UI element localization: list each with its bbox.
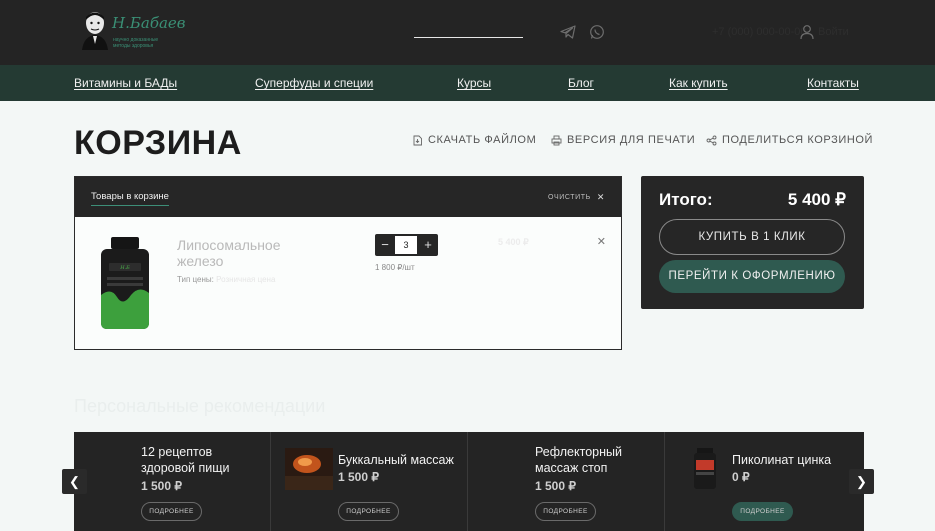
details-button[interactable]: ПОДРОБНЕЕ: [338, 502, 399, 521]
telegram-icon[interactable]: [560, 24, 576, 40]
clear-cart-label: ОЧИСТИТЬ: [548, 194, 591, 201]
zinc-jar-thumbnail[interactable]: [679, 448, 727, 490]
download-file-label: СКАЧАТЬ ФАЙЛОМ: [428, 134, 537, 146]
cart-items-panel: Товары в корзине ОЧИСТИТЬ ✕ Н.Б Липосома…: [74, 176, 622, 350]
svg-text:Н.Б: Н.Б: [119, 265, 130, 271]
nav-item-courses[interactable]: Курсы: [457, 76, 491, 90]
recommendations-title: Персональные рекомендации: [74, 396, 326, 416]
recommendation-card[interactable]: Пиколинат цинка 0 ₽ ПОДРОБНЕЕ: [665, 432, 862, 531]
recommendation-name[interactable]: Пиколинат цинка: [732, 452, 857, 468]
chevron-left-icon[interactable]: ❮: [62, 469, 87, 494]
logo-signature: Н.Бабаев: [112, 14, 186, 32]
logo-tagline: научно доказанные методы здоровья: [113, 37, 159, 49]
login-link[interactable]: Войти: [818, 26, 849, 38]
product-name[interactable]: Липосомальное железо: [177, 237, 327, 269]
details-button[interactable]: ПОДРОБНЕЕ: [141, 502, 202, 521]
checkout-button[interactable]: ПЕРЕЙТИ К ОФОРМЛЕНИЮ: [659, 260, 845, 293]
print-version-label: ВЕРСИЯ ДЛЯ ПЕЧАТИ: [567, 134, 696, 146]
page-title: КОРЗИНА: [74, 124, 242, 162]
recommendation-card[interactable]: Буккальный массаж 1 500 ₽ ПОДРОБНЕЕ: [271, 432, 468, 531]
download-file-link[interactable]: СКАЧАТЬ ФАЙЛОМ: [412, 134, 536, 146]
recommendation-card[interactable]: Рефлекторный массаж стоп 1 500 ₽ ПОДРОБН…: [468, 432, 665, 531]
file-icon: [413, 135, 422, 145]
tab-cart-items[interactable]: Товары в корзине: [91, 191, 169, 206]
massage-thumbnail[interactable]: [285, 448, 333, 490]
recommendation-name[interactable]: Буккальный массаж: [338, 452, 463, 468]
main-nav: Витамины и БАДы Суперфуды и специи Курсы…: [0, 65, 935, 101]
nav-item-superfoods[interactable]: Суперфуды и специи: [255, 76, 373, 90]
total-label: Итого:: [659, 190, 713, 209]
print-version-link[interactable]: ВЕРСИЯ ДЛЯ ПЕЧАТИ: [551, 134, 695, 146]
price-type-value: Розничная цена: [216, 275, 276, 284]
details-button[interactable]: ПОДРОБНЕЕ: [535, 502, 596, 521]
site-header: Н.Бабаев научно доказанные методы здоров…: [0, 0, 935, 65]
nav-item-contacts[interactable]: Контакты: [807, 76, 859, 90]
quantity-input[interactable]: 3: [395, 236, 417, 254]
portrait-icon: [82, 12, 108, 50]
recommendation-name[interactable]: 12 рецептов здоровой пищи: [141, 444, 266, 476]
whatsapp-icon[interactable]: [589, 24, 605, 40]
recommendation-price: 1 500 ₽: [535, 479, 576, 493]
minus-icon[interactable]: −: [377, 237, 393, 253]
nav-item-vitamins[interactable]: Витамины и БАДы: [74, 76, 177, 90]
recommendations-carousel: 12 рецептов здоровой пищи 1 500 ₽ ПОДРОБ…: [74, 432, 864, 531]
search-input[interactable]: [414, 37, 523, 38]
clear-cart-button[interactable]: ОЧИСТИТЬ ✕: [548, 192, 605, 203]
buy-one-click-button[interactable]: КУПИТЬ В 1 КЛИК: [659, 219, 845, 255]
site-logo[interactable]: Н.Бабаев научно доказанные методы здоров…: [80, 10, 186, 54]
nav-item-how-to-buy[interactable]: Как купить: [669, 76, 728, 90]
product-jar-image[interactable]: Н.Б: [97, 235, 153, 331]
chevron-right-icon[interactable]: ❯: [849, 469, 874, 494]
share-cart-link[interactable]: ПОДЕЛИТЬСЯ КОРЗИНОЙ: [706, 134, 873, 146]
details-button[interactable]: ПОДРОБНЕЕ: [732, 502, 793, 521]
close-icon: ✕: [596, 192, 605, 202]
line-total: 5 400 ₽: [498, 237, 529, 247]
unit-price: 1 800 ₽/шт: [375, 263, 415, 272]
order-summary: Итого: 5 400 ₽ КУПИТЬ В 1 КЛИК ПЕРЕЙТИ К…: [641, 176, 864, 309]
header-phone[interactable]: +7 (000) 000-00-00: [712, 26, 806, 38]
price-type: Тип цены: Розничная цена: [177, 275, 275, 284]
recommendation-price: 1 500 ₽: [141, 479, 182, 493]
nav-item-blog[interactable]: Блог: [568, 76, 594, 90]
recommendation-price: 0 ₽: [732, 470, 750, 484]
recommendation-card[interactable]: 12 рецептов здоровой пищи 1 500 ₽ ПОДРОБ…: [74, 432, 271, 531]
plus-icon[interactable]: +: [420, 237, 436, 253]
share-icon: [706, 135, 717, 145]
printer-icon: [551, 135, 562, 145]
total-value: 5 400 ₽: [787, 190, 846, 209]
recommendation-price: 1 500 ₽: [338, 470, 379, 484]
quantity-stepper: − 3 +: [375, 234, 438, 256]
share-cart-label: ПОДЕЛИТЬСЯ КОРЗИНОЙ: [722, 134, 874, 146]
cart-header: Товары в корзине ОЧИСТИТЬ ✕: [75, 177, 621, 217]
remove-item-icon[interactable]: ✕: [597, 235, 606, 248]
user-icon[interactable]: [799, 24, 815, 40]
price-type-label: Тип цены:: [177, 275, 214, 284]
recommendation-name[interactable]: Рефлекторный массаж стоп: [535, 444, 660, 476]
